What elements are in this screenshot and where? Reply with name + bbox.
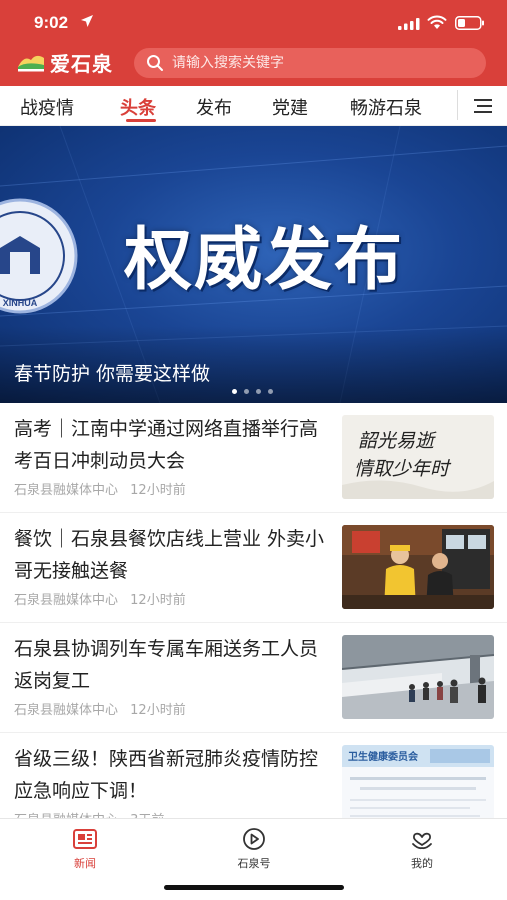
location-arrow-icon <box>81 15 93 27</box>
channel-tabs: 战疫情 头条 发布 党建 畅游石泉 <box>0 86 507 126</box>
wifi-icon <box>427 15 447 29</box>
status-time: 9:02 <box>34 13 69 32</box>
thumb-calligraphy-line2: 情取少年时 <box>354 458 452 480</box>
news-time: 12小时前 <box>130 703 186 718</box>
news-meta: 石泉县融媒体中心 12小时前 <box>14 589 186 608</box>
tab-toutiao[interactable]: 头条 <box>120 94 156 120</box>
news-thumbnail-delivery <box>342 525 494 609</box>
tab-changyou-shiquan[interactable]: 畅游石泉 <box>350 94 422 120</box>
news-source: 石泉县融媒体中心 <box>14 483 119 498</box>
carousel-dot[interactable] <box>268 389 273 394</box>
carousel-dot[interactable] <box>256 389 261 394</box>
news-meta: 石泉县融媒体中心 12小时前 <box>14 699 186 718</box>
news-source: 石泉县融媒体中心 <box>14 703 119 718</box>
news-source: 石泉县融媒体中心 <box>14 593 119 608</box>
nav-news[interactable]: 新闻 <box>45 827 125 871</box>
channel-menu-icon[interactable] <box>472 95 494 117</box>
logo-text: 爱石泉 <box>50 51 113 76</box>
news-icon <box>73 829 97 849</box>
heart-hand-icon <box>412 832 432 850</box>
news-title: 石泉县协调列车专属车厢送务工人员返岗复工 <box>14 638 319 692</box>
news-title: 餐饮｜石泉县餐饮店线上营业 外卖小哥无接触送餐 <box>14 528 325 582</box>
logo-mark-icon <box>18 55 44 72</box>
news-time: 12小时前 <box>130 593 186 608</box>
app-logo[interactable]: 爱石泉 <box>16 49 113 76</box>
status-bar: 9:02 <box>0 0 507 44</box>
svg-text:XINHUA: XINHUA <box>3 298 38 308</box>
nav-label: 新闻 <box>74 857 96 870</box>
play-circle-icon <box>243 828 265 850</box>
tab-fabu[interactable]: 发布 <box>196 94 232 120</box>
home-indicator <box>164 885 344 890</box>
news-meta: 石泉县融媒体中心 12小时前 <box>14 479 186 498</box>
news-item[interactable]: 高考｜江南中学通过网络直播举行高考百日冲刺动员大会 石泉县融媒体中心 12小时前… <box>0 403 507 513</box>
tab-zhanyiqing[interactable]: 战疫情 <box>20 94 74 120</box>
news-title: 高考｜江南中学通过网络直播举行高考百日冲刺动员大会 <box>14 418 319 472</box>
battery-icon <box>455 16 484 30</box>
app-header: 9:02 爱石泉 <box>0 0 507 86</box>
news-time: 12小时前 <box>130 483 186 498</box>
nav-label: 石泉号 <box>237 857 271 870</box>
news-thumbnail-health-commission: 卫生健康委员会 <box>342 745 494 829</box>
search-bar[interactable] <box>134 48 486 78</box>
news-item[interactable]: 餐饮｜石泉县餐饮店线上营业 外卖小哥无接触送餐 石泉县融媒体中心 12小时前 <box>0 513 507 623</box>
cellular-signal-icon <box>398 18 420 30</box>
news-thumbnail-train-platform <box>342 635 494 719</box>
news-title: 省级三级！陕西省新冠肺炎疫情防控应急响应下调！ <box>14 748 319 802</box>
carousel-dots <box>232 389 273 394</box>
banner-caption: 春节防护 你需要这样做 <box>14 363 211 385</box>
carousel-dot[interactable] <box>232 389 237 394</box>
thumb-calligraphy-line1: 韶光易逝 <box>358 430 437 452</box>
nav-label: 我的 <box>411 857 433 870</box>
banner-headline: 权威发布 <box>124 221 405 300</box>
tab-dangjian[interactable]: 党建 <box>272 94 308 120</box>
search-input[interactable] <box>172 55 462 71</box>
search-icon <box>147 55 163 71</box>
nav-mine[interactable]: 我的 <box>382 827 462 871</box>
news-item[interactable]: 石泉县协调列车专属车厢送务工人员返岗复工 石泉县融媒体中心 12小时前 <box>0 623 507 733</box>
carousel-dot[interactable] <box>244 389 249 394</box>
headline-banner[interactable]: XINHUA 权威发布 春节防护 你需要这样做 <box>0 126 507 403</box>
xinhua-emblem-icon: XINHUA <box>0 198 78 314</box>
news-thumbnail-calligraphy: 韶光易逝 情取少年时 <box>342 415 494 499</box>
thumb-site-title: 卫生健康委员会 <box>348 750 418 763</box>
tabs-divider <box>457 90 458 120</box>
active-tab-indicator <box>126 119 156 122</box>
nav-shiquanhao[interactable]: 石泉号 <box>214 827 294 871</box>
